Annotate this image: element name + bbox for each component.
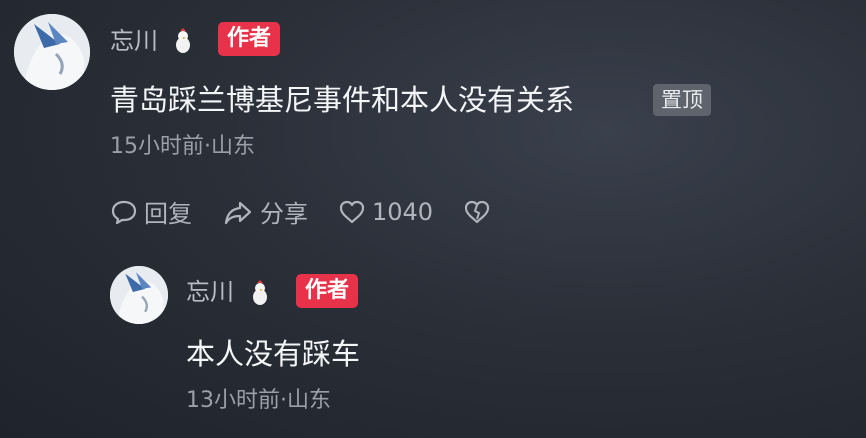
like-count: 1040 <box>372 197 434 226</box>
reply-button[interactable]: 回复 <box>110 194 192 229</box>
author-badge: 作者 <box>218 22 281 56</box>
share-icon <box>224 201 252 224</box>
comment-author-name[interactable]: 忘川 <box>110 26 158 56</box>
reply-text: 本人没有踩车 <box>186 337 361 371</box>
comment-meta: 15小时前·山东 <box>110 134 255 159</box>
chick-icon <box>174 28 192 54</box>
dislike-button[interactable] <box>463 198 497 226</box>
comment-icon <box>111 200 137 224</box>
reply-label: 回复 <box>144 200 192 228</box>
reply-author-badge: 作者 <box>296 274 359 308</box>
like-button[interactable]: 1040 <box>338 198 433 226</box>
chick-icon <box>251 280 269 306</box>
broken-heart-icon <box>464 200 490 223</box>
share-label: 分享 <box>260 200 308 228</box>
comment-text: 青岛踩兰博基尼事件和本人没有关系 <box>110 83 575 117</box>
reply-meta: 13小时前·山东 <box>186 388 331 413</box>
pinned-badge: 置顶 <box>653 84 711 116</box>
share-button[interactable]: 分享 <box>222 194 308 229</box>
reply-author-name[interactable]: 忘川 <box>186 277 234 307</box>
heart-icon <box>339 200 365 223</box>
comment-actions: 回复 分享 1040 <box>110 194 527 229</box>
reply-avatar[interactable] <box>110 266 168 324</box>
avatar[interactable] <box>14 14 90 90</box>
